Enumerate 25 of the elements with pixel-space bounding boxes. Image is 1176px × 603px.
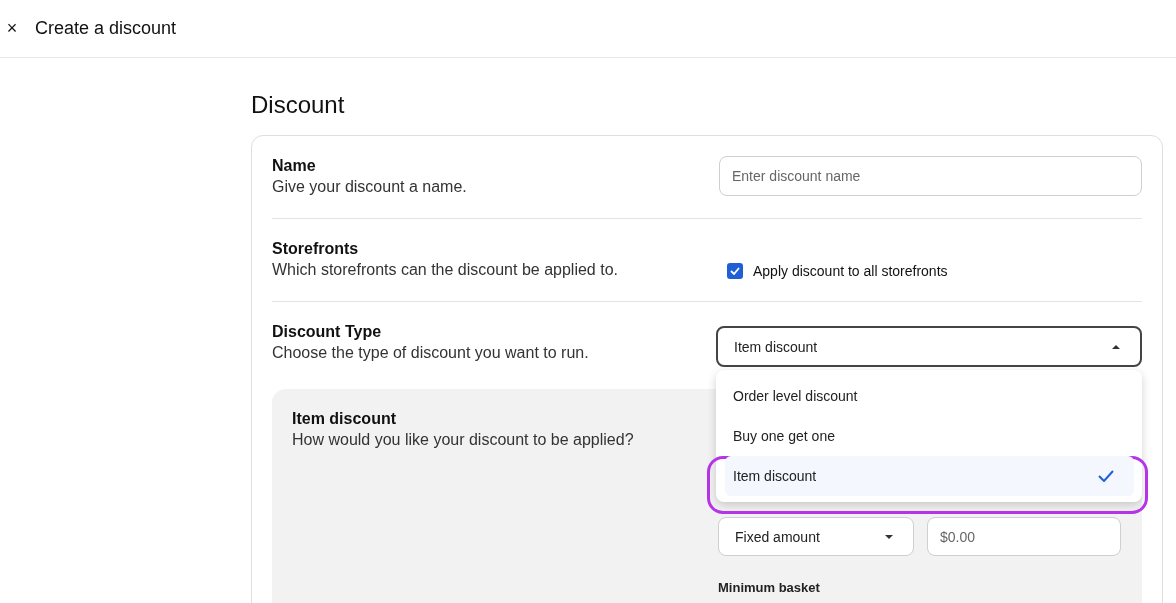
discount-name-field[interactable]: Enter discount name xyxy=(719,156,1142,196)
caret-icon xyxy=(885,534,893,539)
dropdown-option[interactable]: Order level discount xyxy=(725,376,1134,416)
close-button[interactable]: × xyxy=(5,18,19,39)
field-label: Discount Type xyxy=(272,322,383,342)
field-description: Choose the type of discount you want to run. xyxy=(272,343,589,363)
panel-description: How would you like your discount to be applied? xyxy=(292,430,634,450)
checkmark-icon xyxy=(1098,470,1114,482)
checkbox-label: Apply discount to all storefronts xyxy=(753,263,948,279)
checkbox[interactable] xyxy=(727,263,743,279)
section-title: Discount xyxy=(251,90,346,120)
panel-title: Item discount xyxy=(292,409,397,429)
discount-type-dropdown[interactable]: Item discount xyxy=(716,326,1142,367)
field-label: Storefronts xyxy=(272,239,360,259)
field-description: Give your discount a name. xyxy=(272,177,467,197)
field-label: Name xyxy=(272,156,317,176)
discount-amount-field[interactable]: $0.00 xyxy=(927,517,1121,556)
checkmark-icon xyxy=(730,267,740,275)
page-title: Create a discount xyxy=(35,18,177,39)
dropdown-option[interactable]: Buy one get one xyxy=(725,416,1134,456)
type-dropdown[interactable]: Fixed amount xyxy=(718,517,914,556)
field-label: Minimum basket xyxy=(718,580,821,595)
dropdown-option[interactable]: Item discount xyxy=(725,456,1134,496)
caret-icon xyxy=(1112,344,1120,349)
field-description: Which storefronts can the discount be applied to. xyxy=(272,260,618,280)
